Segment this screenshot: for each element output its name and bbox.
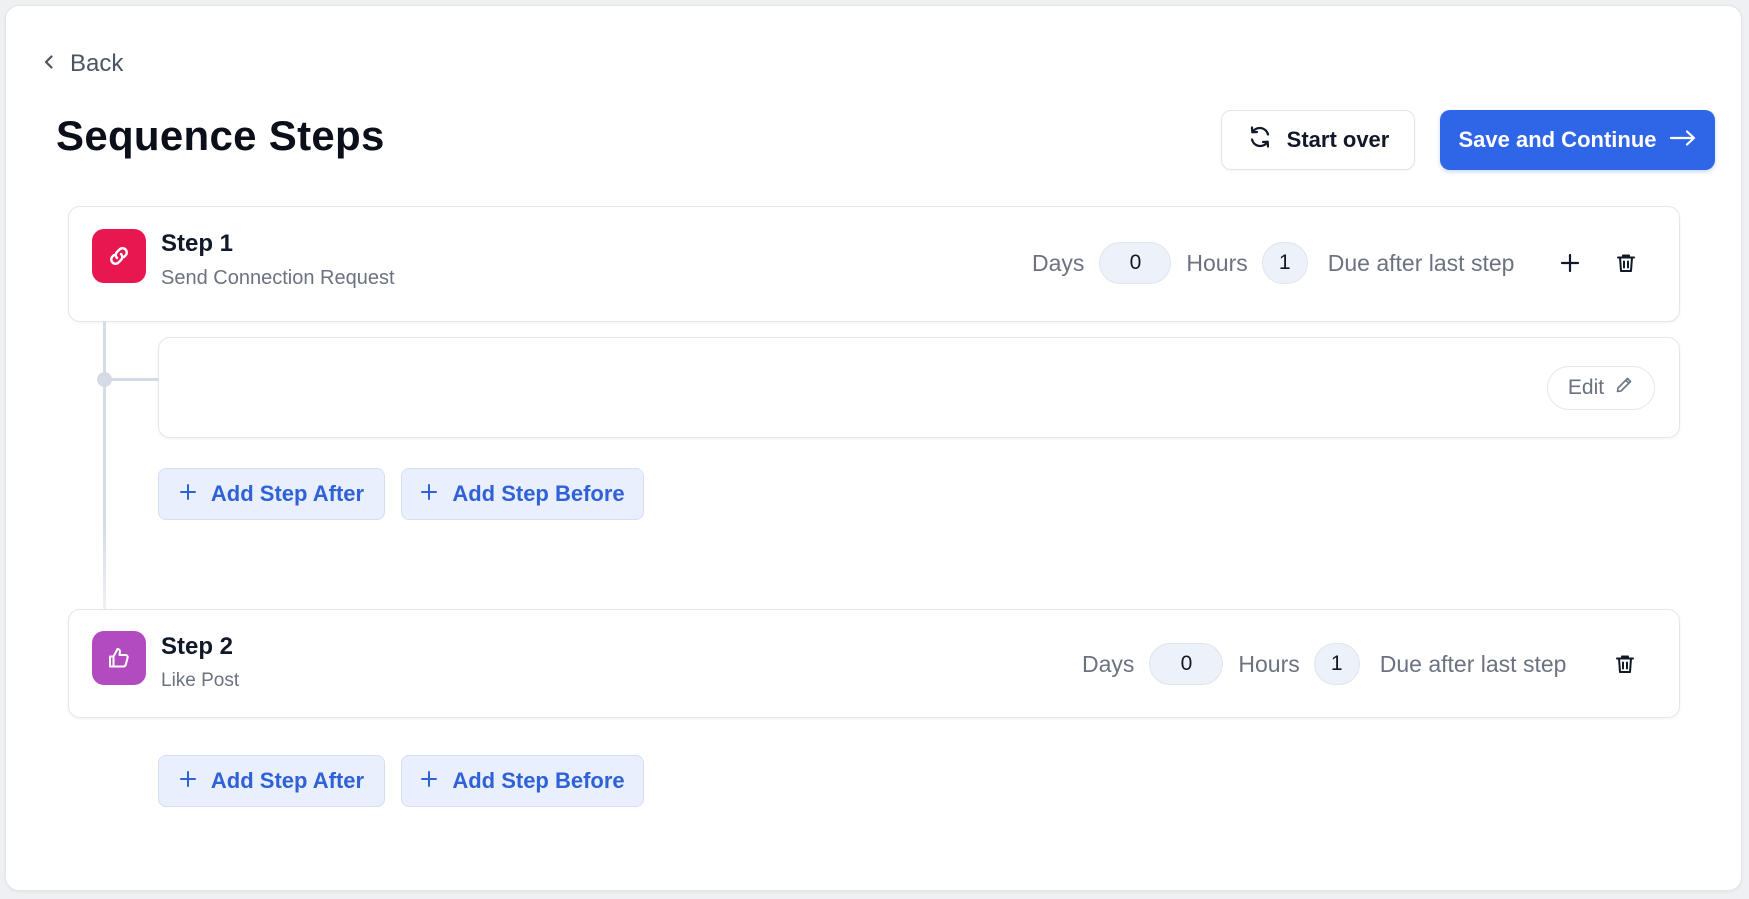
step-title: Step 2 xyxy=(161,633,234,660)
hours-label: Hours xyxy=(1186,249,1248,276)
trash-icon[interactable] xyxy=(1609,648,1641,680)
days-input[interactable]: 0 xyxy=(1099,242,1172,284)
due-label: Due after last step xyxy=(1379,650,1567,677)
back-label: Back xyxy=(70,50,124,77)
save-and-continue-button[interactable]: Save and Continue xyxy=(1440,110,1715,170)
add-step-before-label: Add Step Before xyxy=(452,768,625,793)
start-over-button[interactable]: Start over xyxy=(1221,110,1415,170)
add-step-after-label: Add Step After xyxy=(210,481,365,506)
refresh-icon xyxy=(1247,124,1273,156)
step-card-1: Step 1 Send Connection Request Days 0 Ho… xyxy=(68,206,1680,322)
plus-icon xyxy=(420,768,438,794)
days-input[interactable]: 0 xyxy=(1149,643,1224,685)
days-label: Days xyxy=(1032,249,1085,276)
save-continue-label: Save and Continue xyxy=(1458,127,1657,152)
thumbs-up-icon xyxy=(92,631,146,685)
add-step-after-button[interactable]: Add Step After xyxy=(158,755,385,807)
connector-line xyxy=(103,322,106,609)
step-card-2: Step 2 Like Post Days 0 Hours 1 Due afte… xyxy=(68,609,1680,718)
due-label: Due after last step xyxy=(1327,249,1515,276)
back-link[interactable]: Back xyxy=(40,50,123,78)
hours-input[interactable]: 1 xyxy=(1261,242,1308,284)
plus-icon xyxy=(179,768,197,794)
arrow-right-icon xyxy=(1669,127,1697,153)
add-step-before-button[interactable]: Add Step Before xyxy=(401,755,644,807)
step-subtitle: Send Connection Request xyxy=(161,267,395,289)
chevron-left-icon xyxy=(40,50,58,78)
add-step-before-label: Add Step Before xyxy=(452,481,625,506)
link-icon xyxy=(92,229,146,283)
page-title: Sequence Steps xyxy=(56,112,385,159)
step-timing: Days 0 Hours 1 Due after last step xyxy=(1082,643,1566,685)
hours-input[interactable]: 1 xyxy=(1313,643,1360,685)
add-icon[interactable] xyxy=(1554,247,1586,279)
add-step-after-button[interactable]: Add Step After xyxy=(158,468,385,520)
connector-dot xyxy=(97,372,112,387)
plus-icon xyxy=(179,481,197,507)
edit-label: Edit xyxy=(1567,376,1605,399)
step-timing: Days 0 Hours 1 Due after last step xyxy=(1032,242,1514,284)
add-step-before-button[interactable]: Add Step Before xyxy=(401,468,644,520)
hours-label: Hours xyxy=(1238,650,1300,677)
trash-icon[interactable] xyxy=(1610,247,1642,279)
edit-button[interactable]: Edit xyxy=(1547,366,1655,410)
add-step-after-label: Add Step After xyxy=(210,768,365,793)
plus-icon xyxy=(420,481,438,507)
step-content-card: Edit xyxy=(158,337,1680,438)
step-subtitle: Like Post xyxy=(161,670,240,691)
connector-branch xyxy=(106,378,160,381)
pencil-icon xyxy=(1614,375,1634,401)
step-title: Step 1 xyxy=(161,230,234,257)
start-over-label: Start over xyxy=(1286,127,1390,152)
days-label: Days xyxy=(1082,650,1135,677)
